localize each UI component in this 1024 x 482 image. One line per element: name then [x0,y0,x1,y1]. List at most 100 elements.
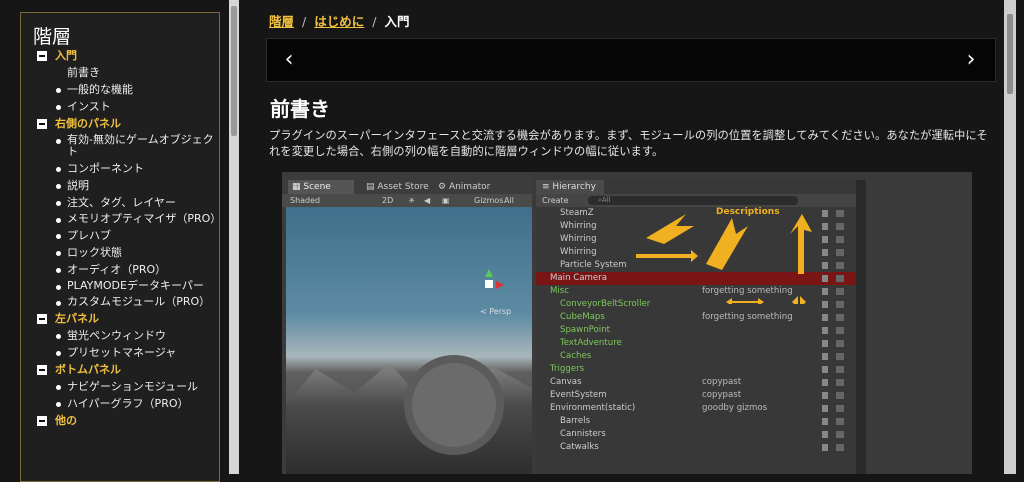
sidebar-section[interactable]: 右側のパネル [37,116,219,132]
hierarchy-row[interactable]: CubeMaps forgetting something [536,311,856,324]
sidebar-item[interactable]: 蛍光ペンウィンドウ [37,327,219,344]
layer-icon [822,379,828,386]
hierarchy-row-name: Environment(static) [550,403,636,413]
sidebar-item[interactable]: PLAYMODEデータキーパー [37,278,219,294]
layer-icon [822,327,828,334]
hierarchy-row[interactable]: Barrels [536,415,856,428]
sidebar-title: 階層 [33,26,72,48]
breadcrumb-current: 入門 [384,14,410,29]
arrow-icon [790,214,812,274]
layer-icon [822,392,828,399]
sidebar-section[interactable]: 入門 [37,48,219,64]
sidebar-section-label[interactable]: 他の [55,414,77,427]
breadcrumb-parent-link[interactable]: はじめに [314,14,364,29]
gizmos-menu: Gizmos [474,196,504,205]
collapse-icon[interactable] [37,119,47,129]
sidebar-item[interactable]: ナビゲーションモジュール [37,378,219,395]
visibility-toggle-icon [836,314,844,321]
arrow-icon [706,218,748,270]
hierarchy-row[interactable]: Triggers [536,363,856,376]
breadcrumb-separator: / [302,14,307,29]
tab-scene-label: Scene [303,182,331,192]
arrow-icon [792,296,798,304]
sidebar-item[interactable]: 説明 [37,177,219,194]
hierarchy-scrollbar [856,180,866,474]
sidebar-item[interactable]: プリセットマネージャ [37,344,219,361]
page-scrollbar-thumb[interactable] [1007,14,1013,94]
sidebar-section-label[interactable]: 右側のパネル [55,117,121,130]
main-content: 階層 / はじめに / 入門 ‹ › 前書き プラグインのスーパーインタフェースと交流す… [252,0,1002,474]
sidebar-item[interactable]: オーディオ（PRO） [37,261,219,278]
hierarchy-row[interactable]: SpawnPoint [536,324,856,337]
sidebar-item[interactable]: メモリオプティマイザ（PRO） [37,211,219,227]
hierarchy-row[interactable]: EventSystem copypast [536,389,856,402]
layer-icon [822,444,828,451]
unity-editor-screenshot: ▦ Scene ▤ Asset Store ⚙ Animator Shaded … [282,172,972,474]
arrow-icon [646,214,694,244]
scene-tabs: ▦ Scene ▤ Asset Store ⚙ Animator [282,180,532,194]
sidebar-item[interactable]: コンポーネント [37,160,219,177]
hierarchy-row-description: forgetting something [702,312,793,322]
collapse-icon[interactable] [37,314,47,324]
hierarchy-row[interactable]: Caches [536,350,856,363]
persp-text: Persp [489,307,512,316]
sidebar-scrollbar-thumb[interactable] [231,6,237,136]
scene-panel: ▦ Scene ▤ Asset Store ⚙ Animator Shaded … [282,172,532,474]
layer-icon [822,314,828,321]
visibility-toggle-icon [836,405,844,412]
persp-label: ≺ Persp [480,307,511,316]
hierarchy-row[interactable]: Environment(static) goodby gizmos [536,402,856,415]
sidebar-item[interactable]: プレハブ [37,227,219,244]
layer-icon [822,353,828,360]
nav-tree: 入門前書き 一般的な機能 インスト右側のパネル有効-無効にゲームオブジェクト コンポー… [21,48,219,429]
hierarchy-row-description: copypast [702,390,742,400]
hierarchy-row[interactable]: Cannisters [536,428,856,441]
arrow-icon [636,250,698,262]
layer-icon [822,418,828,425]
sidebar-item[interactable]: ハイパーグラフ（PRO） [37,395,219,412]
hierarchy-row-name: EventSystem [550,390,607,400]
visibility-toggle-icon [836,418,844,425]
tab-animator-label: Animator [448,182,491,192]
hierarchy-row[interactable]: Canvas copypast [536,376,856,389]
sidebar-section[interactable]: ボトムパネル [37,362,219,378]
scene-portal [404,355,504,455]
prev-page-button[interactable]: ‹ [273,43,305,77]
breadcrumb-home-link[interactable]: 階層 [269,14,294,29]
hierarchy-row[interactable]: TextAdventure [536,337,856,350]
scene-icon: ▦ [292,182,304,192]
collapse-icon[interactable] [37,51,47,61]
hierarchy-row-name: Barrels [560,416,591,426]
sidebar-section-label[interactable]: ボトムパネル [55,363,121,376]
visibility-toggle-icon [836,366,844,373]
visibility-toggle-icon [836,353,844,360]
sidebar-item[interactable]: ロック状態 [37,244,219,261]
hierarchy-row[interactable]: Catwalks [536,441,856,454]
sidebar-item[interactable]: インスト [37,98,219,115]
sidebar-section-label[interactable]: 入門 [55,49,77,62]
sidebar-section-label[interactable]: 左パネル [55,312,99,325]
sidebar-item[interactable]: カスタムモジュール（PRO） [37,294,219,310]
next-page-button[interactable]: › [955,43,987,77]
visibility-toggle-icon [836,327,844,334]
collapse-icon[interactable] [37,365,47,375]
hierarchy-icon: ≡ [542,182,553,192]
arrow-icon [800,296,806,304]
persp-icon: ≺ [480,307,490,316]
tab-hierarchy: ≡ Hierarchy [536,180,604,194]
sidebar-scrollbar[interactable] [229,0,239,474]
sidebar-item[interactable]: 有効-無効にゲームオブジェクト [37,132,219,160]
orientation-gizmo [474,269,504,299]
hierarchy-row-name: Caches [560,351,592,361]
sidebar-section[interactable]: 他の [37,413,219,429]
sidebar-item[interactable]: 一般的な機能 [37,81,219,98]
tab-asset-store-label: Asset Store [377,182,429,192]
layer-icon [822,405,828,412]
search-all: All [504,196,514,205]
sidebar-item[interactable]: 前書き [37,64,219,81]
collapse-icon[interactable] [37,416,47,426]
hierarchy-row-name: SpawnPoint [560,325,610,335]
page-scrollbar[interactable] [1004,0,1016,474]
sidebar-item[interactable]: 注文、タグ、レイヤー [37,194,219,211]
sidebar-section[interactable]: 左パネル [37,311,219,327]
